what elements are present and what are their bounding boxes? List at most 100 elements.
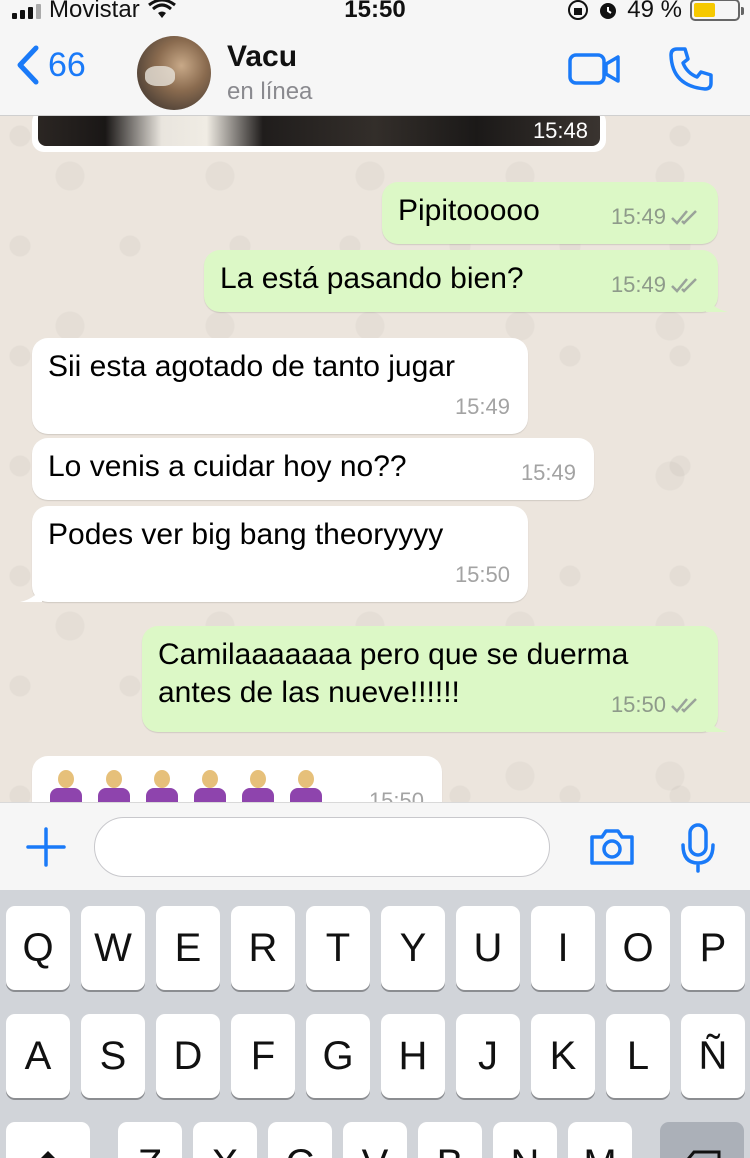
key[interactable]: R	[231, 906, 295, 990]
outgoing-message[interactable]: Camilaaaaaaa pero que se duerma antes de…	[142, 626, 728, 732]
chevron-left-icon	[17, 45, 39, 85]
key[interactable]: Y	[381, 906, 445, 990]
message-meta: 15:50	[611, 686, 700, 724]
key[interactable]: X	[193, 1122, 257, 1158]
outgoing-message[interactable]: La está pasando bien? 15:49	[204, 250, 728, 312]
key[interactable]: A	[6, 1014, 70, 1098]
shift-key[interactable]	[6, 1122, 90, 1158]
key[interactable]: Q	[6, 906, 70, 990]
video-call-icon	[568, 53, 620, 85]
message-text: Pipitooooo	[398, 194, 540, 227]
battery-icon	[690, 0, 744, 21]
message-time: 15:50	[454, 562, 510, 587]
bubble-tail	[20, 584, 42, 602]
key[interactable]: V	[343, 1122, 407, 1158]
message-input[interactable]	[94, 817, 550, 877]
battery-percent: 49 %	[627, 0, 682, 23]
message-time: 15:50	[368, 788, 424, 802]
double-check-icon	[671, 210, 697, 225]
key[interactable]: U	[456, 906, 520, 990]
key[interactable]: M	[568, 1122, 632, 1158]
rotation-lock-icon	[568, 0, 589, 20]
person-shrugging-icon	[48, 770, 82, 802]
key[interactable]: W	[81, 906, 145, 990]
key[interactable]: O	[606, 906, 670, 990]
message-time: 15:49	[454, 394, 510, 419]
plus-icon	[26, 827, 66, 867]
message-meta: 15:49	[611, 266, 700, 304]
person-shrugging-icon	[288, 770, 322, 802]
back-button[interactable]: 66	[16, 44, 86, 86]
status-bar: Movistar 15:50 49 %	[0, 0, 750, 24]
phone-call-icon	[669, 47, 713, 91]
backspace-key[interactable]	[660, 1122, 744, 1158]
bubble-tail	[706, 714, 728, 732]
keyboard: Q W E R T Y U I O P A S D F G H J K L Ñ …	[0, 890, 750, 1158]
person-shrugging-icon	[240, 770, 274, 802]
backspace-icon	[687, 1150, 721, 1158]
message-time: 15:49	[610, 204, 666, 229]
key[interactable]: L	[606, 1014, 670, 1098]
key[interactable]: J	[456, 1014, 520, 1098]
key[interactable]: S	[81, 1014, 145, 1098]
key[interactable]: G	[306, 1014, 370, 1098]
chat-area[interactable]: 15:48 Pipitooooo 15:49 La está pasando b…	[0, 116, 750, 802]
incoming-message[interactable]: 15:50	[32, 756, 442, 802]
message-meta: 15:49	[455, 388, 510, 426]
message-time: 15:48	[532, 118, 588, 143]
message-meta: 15:50	[455, 556, 510, 594]
message-meta: 15:50	[369, 782, 424, 802]
key[interactable]: E	[156, 906, 220, 990]
key[interactable]: T	[306, 906, 370, 990]
contact-name[interactable]: Vacu	[227, 40, 297, 74]
message-text: Sii esta agotado de tanto jugar	[48, 350, 455, 383]
photo-message[interactable]: 15:48	[32, 116, 606, 152]
bubble-tail	[706, 294, 728, 312]
photo-thumbnail[interactable]: 15:48	[38, 116, 600, 146]
message-text: Lo venis a cuidar hoy no??	[48, 450, 407, 483]
person-shrugging-icon	[144, 770, 178, 802]
message-meta: 15:49	[611, 198, 700, 236]
key[interactable]: Ñ	[681, 1014, 745, 1098]
message-time: 15:49	[520, 460, 576, 485]
message-text: La está pasando bien?	[220, 262, 524, 295]
double-check-icon	[671, 278, 697, 293]
attach-button[interactable]	[26, 827, 66, 872]
outgoing-message[interactable]: Pipitooooo 15:49	[382, 182, 718, 244]
input-bar	[0, 802, 750, 890]
microphone-icon	[681, 823, 715, 873]
key[interactable]: Z	[118, 1122, 182, 1158]
person-shrugging-icon	[192, 770, 226, 802]
back-count: 66	[48, 45, 86, 84]
message-text: Podes ver big bang theoryyyy	[48, 518, 444, 551]
key[interactable]: I	[531, 906, 595, 990]
key[interactable]: C	[268, 1122, 332, 1158]
chat-header: 66 Vacu en línea	[0, 22, 750, 116]
incoming-message[interactable]: Sii esta agotado de tanto jugar 15:49	[32, 338, 528, 434]
camera-button[interactable]	[588, 827, 636, 872]
shift-icon	[41, 1151, 55, 1158]
key[interactable]: B	[418, 1122, 482, 1158]
battery-fill	[694, 3, 715, 17]
camera-icon	[590, 829, 634, 865]
message-text: Camilaaaaaaa pero que se duerma antes de…	[158, 638, 629, 709]
alarm-icon	[600, 3, 617, 19]
key[interactable]: H	[381, 1014, 445, 1098]
voice-call-button[interactable]	[668, 46, 714, 97]
key[interactable]: F	[231, 1014, 295, 1098]
contact-status: en línea	[227, 78, 313, 105]
status-right: 49 %	[567, 0, 744, 24]
incoming-message[interactable]: Lo venis a cuidar hoy no?? 15:49	[32, 438, 594, 500]
message-time: 15:50	[610, 692, 666, 717]
key[interactable]: K	[531, 1014, 595, 1098]
microphone-button[interactable]	[680, 823, 716, 878]
double-check-icon	[671, 698, 697, 713]
message-meta: 15:49	[521, 454, 576, 492]
key[interactable]: D	[156, 1014, 220, 1098]
video-call-button[interactable]	[568, 52, 620, 91]
key[interactable]: N	[493, 1122, 557, 1158]
incoming-message[interactable]: Podes ver big bang theoryyyy 15:50	[20, 506, 528, 602]
avatar[interactable]	[137, 36, 211, 110]
key[interactable]: P	[681, 906, 745, 990]
person-shrugging-icon	[96, 770, 130, 802]
